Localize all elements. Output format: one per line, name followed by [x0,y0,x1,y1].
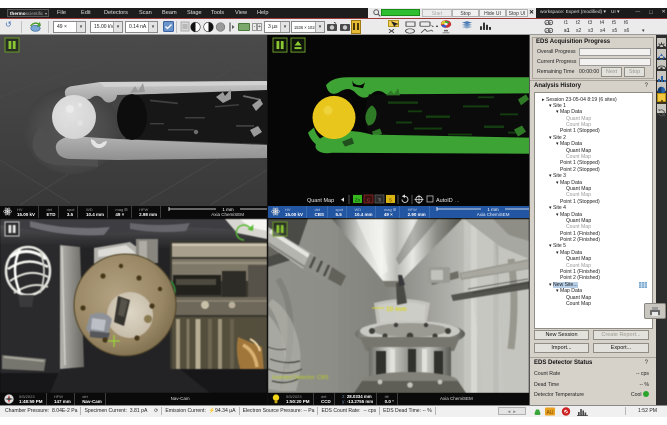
svg-text:S: S [389,197,392,202]
svg-text:10 mm: 10 mm [386,306,407,313]
svg-text:Inserted Detector: CBS: Inserted Detector: CBS [272,375,329,381]
svg-text:AU: AU [546,410,553,416]
svg-text:Quant Map: Quant Map [307,198,334,204]
svg-text:Zn: Zn [355,197,361,202]
svg-text:...: ... [455,198,460,204]
svg-text:Ti: Ti [378,197,382,202]
svg-text:AutoID: AutoID [436,198,453,204]
